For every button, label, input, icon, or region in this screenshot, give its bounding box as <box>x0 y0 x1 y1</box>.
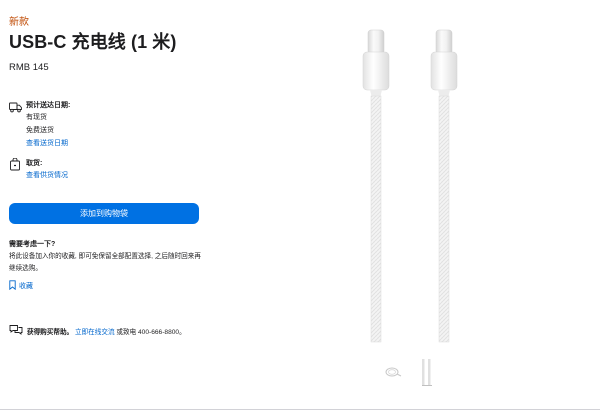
pickup-title: 取货: <box>26 160 43 167</box>
product-title: USB-C 充电线 (1 米) <box>9 32 177 52</box>
truck-icon <box>9 100 22 113</box>
footer-divider <box>0 409 600 410</box>
thumbnail-coiled[interactable] <box>385 367 402 377</box>
help-section: 获得购买帮助。 立即在线交流 或致电 400-666-8800。 <box>9 324 186 337</box>
favorite-button[interactable]: 收藏 <box>9 280 33 292</box>
new-badge: 新款 <box>9 17 29 28</box>
product-price: RMB 145 <box>9 62 49 73</box>
delivery-free-shipping: 免费送货 <box>26 127 54 134</box>
delivery-title: 预计送达日期: <box>26 102 71 109</box>
add-to-bag-button[interactable]: 添加到购物袋 <box>9 203 199 224</box>
availability-link[interactable]: 查看供货情况 <box>26 169 206 182</box>
product-image <box>362 29 458 343</box>
favorite-label: 收藏 <box>19 283 33 290</box>
image-thumbnails <box>385 359 432 386</box>
store-icon <box>9 157 21 171</box>
chat-icon <box>9 324 23 337</box>
consider-description: 将此设备加入你的收藏, 即可免保留全部配置选择, 之后随时回来再继续选购。 <box>9 253 201 272</box>
chat-online-link[interactable]: 立即在线交流 <box>75 329 115 336</box>
help-prefix: 获得购买帮助。 <box>27 328 74 336</box>
consider-section: 需要考虑一下? 将此设备加入你的收藏, 即可免保留全部配置选择, 之后随时回来再… <box>9 239 204 275</box>
delivery-dates-link[interactable]: 查看送货日期 <box>26 137 206 150</box>
delivery-stock: 有现货 <box>26 114 47 121</box>
cable-left <box>362 29 390 343</box>
help-phone: 或致电 400-666-8800。 <box>116 328 186 336</box>
cable-right <box>430 29 458 343</box>
consider-question: 需要考虑一下? <box>9 241 56 248</box>
bookmark-icon <box>9 280 16 292</box>
thumbnail-straight[interactable] <box>422 359 432 386</box>
